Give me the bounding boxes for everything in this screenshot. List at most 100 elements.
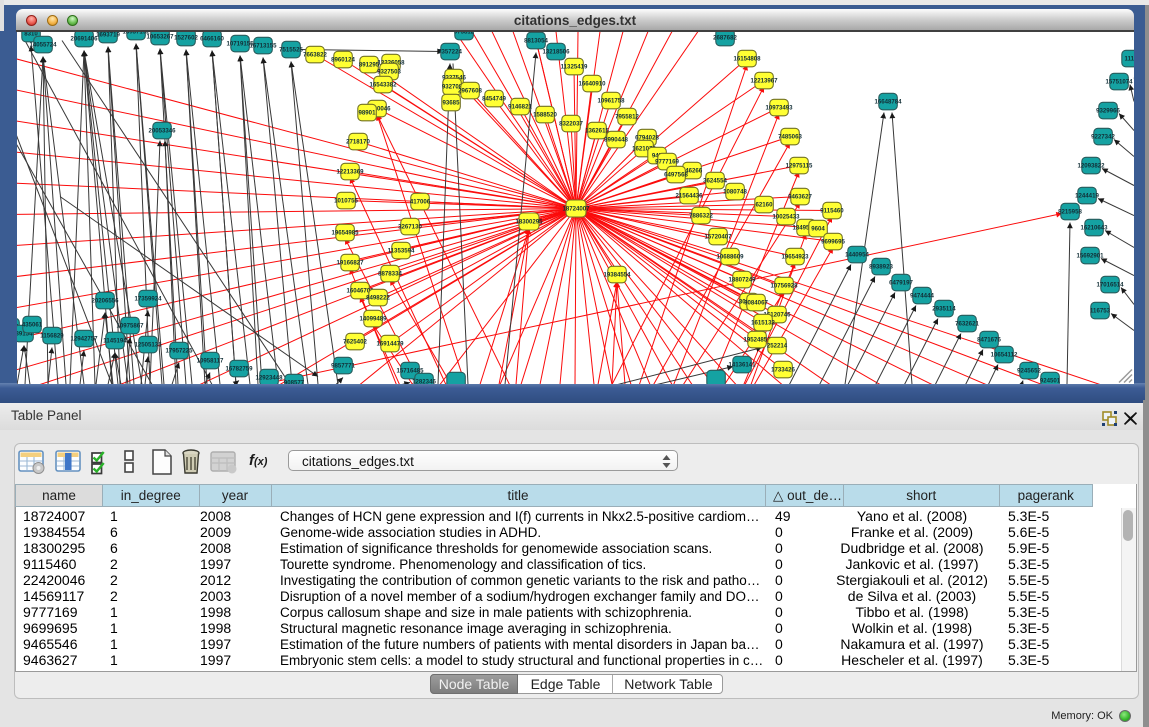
svg-text:16210643: 16210643 — [1080, 224, 1108, 231]
svg-text:7632621: 7632621 — [955, 320, 979, 327]
svg-text:98901: 98901 — [359, 109, 377, 116]
svg-text:7955812: 7955812 — [615, 113, 639, 120]
svg-text:10688609: 10688609 — [716, 253, 744, 260]
svg-text:16154808: 16154808 — [733, 55, 761, 62]
svg-text:12213967: 12213967 — [750, 77, 778, 84]
svg-text:6466160: 6466160 — [200, 35, 224, 42]
svg-text:9463627: 9463627 — [788, 193, 812, 200]
svg-text:20206556: 20206556 — [91, 297, 119, 304]
svg-text:9474444: 9474444 — [910, 292, 934, 299]
svg-text:8990448: 8990448 — [604, 136, 628, 143]
svg-text:252214: 252214 — [767, 342, 788, 349]
svg-text:13218506: 13218506 — [542, 48, 570, 55]
svg-text:2687682: 2687682 — [713, 34, 737, 41]
svg-text:7357224: 7357224 — [438, 48, 462, 55]
svg-text:6497568: 6497568 — [664, 171, 688, 178]
svg-text:2967608: 2967608 — [458, 87, 482, 94]
svg-text:9084067: 9084067 — [744, 299, 768, 306]
svg-text:975812: 975812 — [454, 32, 475, 36]
svg-text:1156829: 1156829 — [40, 332, 64, 339]
svg-text:18724007: 18724007 — [562, 205, 590, 212]
svg-text:9777169: 9777169 — [655, 158, 679, 165]
svg-text:7625402: 7625402 — [343, 338, 367, 345]
svg-text:9329966: 9329966 — [1096, 107, 1120, 114]
svg-text:924501: 924501 — [1040, 377, 1061, 384]
svg-text:8498222: 8498222 — [366, 294, 390, 301]
svg-text:10958117: 10958117 — [197, 357, 224, 364]
svg-text:6479197: 6479197 — [889, 279, 913, 286]
svg-text:1527602: 1527602 — [174, 34, 198, 41]
svg-text:16914479: 16914479 — [376, 340, 404, 347]
svg-text:10654112: 10654112 — [991, 351, 1018, 358]
svg-text:17359924: 17359924 — [134, 295, 162, 302]
svg-text:8938923: 8938923 — [869, 263, 893, 270]
svg-text:20691406: 20691406 — [70, 35, 98, 42]
svg-text:11325419: 11325419 — [561, 63, 588, 70]
svg-text:11353594: 11353594 — [388, 247, 415, 254]
svg-text:8454749: 8454749 — [482, 95, 506, 102]
svg-text:8215958: 8215958 — [1058, 208, 1082, 215]
svg-text:19384554: 19384554 — [603, 271, 631, 278]
svg-text:1588520: 1588520 — [533, 111, 557, 118]
svg-text:10025433: 10025433 — [772, 213, 800, 220]
svg-text:19654985: 19654985 — [331, 229, 359, 236]
svg-text:908577: 908577 — [284, 379, 305, 384]
svg-text:19654923: 19654923 — [781, 253, 809, 260]
svg-text:12505135: 12505135 — [134, 341, 162, 348]
svg-text:9146821: 9146821 — [508, 103, 532, 110]
svg-text:1145194: 1145194 — [103, 337, 127, 344]
svg-text:15720407: 15720407 — [704, 233, 732, 240]
svg-text:16648784: 16648784 — [874, 98, 902, 105]
svg-text:8322037: 8322037 — [559, 120, 583, 127]
svg-text:435061: 435061 — [22, 321, 43, 328]
svg-text:12942757: 12942757 — [70, 335, 98, 342]
svg-text:9245652: 9245652 — [1017, 367, 1041, 374]
svg-text:2718170: 2718170 — [346, 138, 370, 145]
svg-text:1112: 1112 — [1125, 55, 1134, 62]
svg-text:18300295: 18300295 — [515, 218, 543, 225]
svg-text:16543382: 16543382 — [369, 81, 397, 88]
svg-text:3267130: 3267130 — [398, 223, 422, 230]
svg-text:12093822: 12093822 — [1077, 162, 1105, 169]
svg-text:12975115: 12975115 — [786, 162, 813, 169]
svg-text:10756928: 10756928 — [770, 282, 798, 289]
svg-text:116753: 116753 — [1090, 307, 1111, 314]
svg-text:10975867: 10975867 — [116, 322, 144, 329]
svg-text:12923448: 12923448 — [255, 374, 283, 381]
svg-text:16713155: 16713155 — [249, 42, 277, 49]
svg-text:16640910: 16640910 — [578, 80, 606, 87]
svg-text:8960124: 8960124 — [331, 56, 355, 63]
svg-text:7485063: 7485063 — [778, 133, 802, 140]
svg-text:8813054: 8813054 — [524, 37, 548, 44]
svg-text:9115460: 9115460 — [820, 207, 844, 214]
svg-text:14136141: 14136141 — [728, 361, 756, 368]
svg-text:18807249: 18807249 — [728, 276, 756, 283]
svg-text:1080748: 1080748 — [723, 188, 747, 195]
svg-text:1362615: 1362615 — [585, 127, 609, 134]
svg-text:9327503: 9327503 — [377, 68, 401, 75]
svg-text:1733426: 1733426 — [771, 366, 795, 373]
svg-text:7886322: 7886322 — [689, 212, 713, 219]
svg-text:14055724: 14055724 — [29, 41, 57, 48]
svg-text:21564436: 21564436 — [675, 192, 703, 199]
svg-text:3624554: 3624554 — [703, 177, 727, 184]
svg-text:14099489: 14099489 — [359, 315, 387, 322]
svg-text:1615132: 1615132 — [751, 319, 775, 326]
svg-text:1282346: 1282346 — [412, 378, 436, 384]
svg-text:15751074: 15751074 — [1105, 78, 1133, 85]
svg-text:1244419: 1244419 — [1075, 192, 1099, 199]
svg-text:7515525: 7515525 — [279, 46, 303, 53]
svg-text:417006: 417006 — [410, 198, 431, 205]
svg-text:93685: 93685 — [443, 99, 461, 106]
svg-text:10653267: 10653267 — [146, 33, 174, 40]
svg-text:9699695: 9699695 — [821, 238, 845, 245]
svg-text:16782759: 16782759 — [225, 365, 253, 372]
svg-text:10973493: 10973493 — [765, 104, 793, 111]
svg-text:12213369: 12213369 — [336, 168, 364, 175]
svg-text:62160: 62160 — [756, 201, 774, 208]
svg-text:8878334: 8878334 — [378, 270, 402, 277]
svg-text:1010755: 1010755 — [334, 197, 358, 204]
svg-text:20053346: 20053346 — [148, 127, 176, 134]
svg-text:9857771: 9857771 — [331, 362, 355, 369]
svg-text:2935114: 2935114 — [932, 305, 956, 312]
